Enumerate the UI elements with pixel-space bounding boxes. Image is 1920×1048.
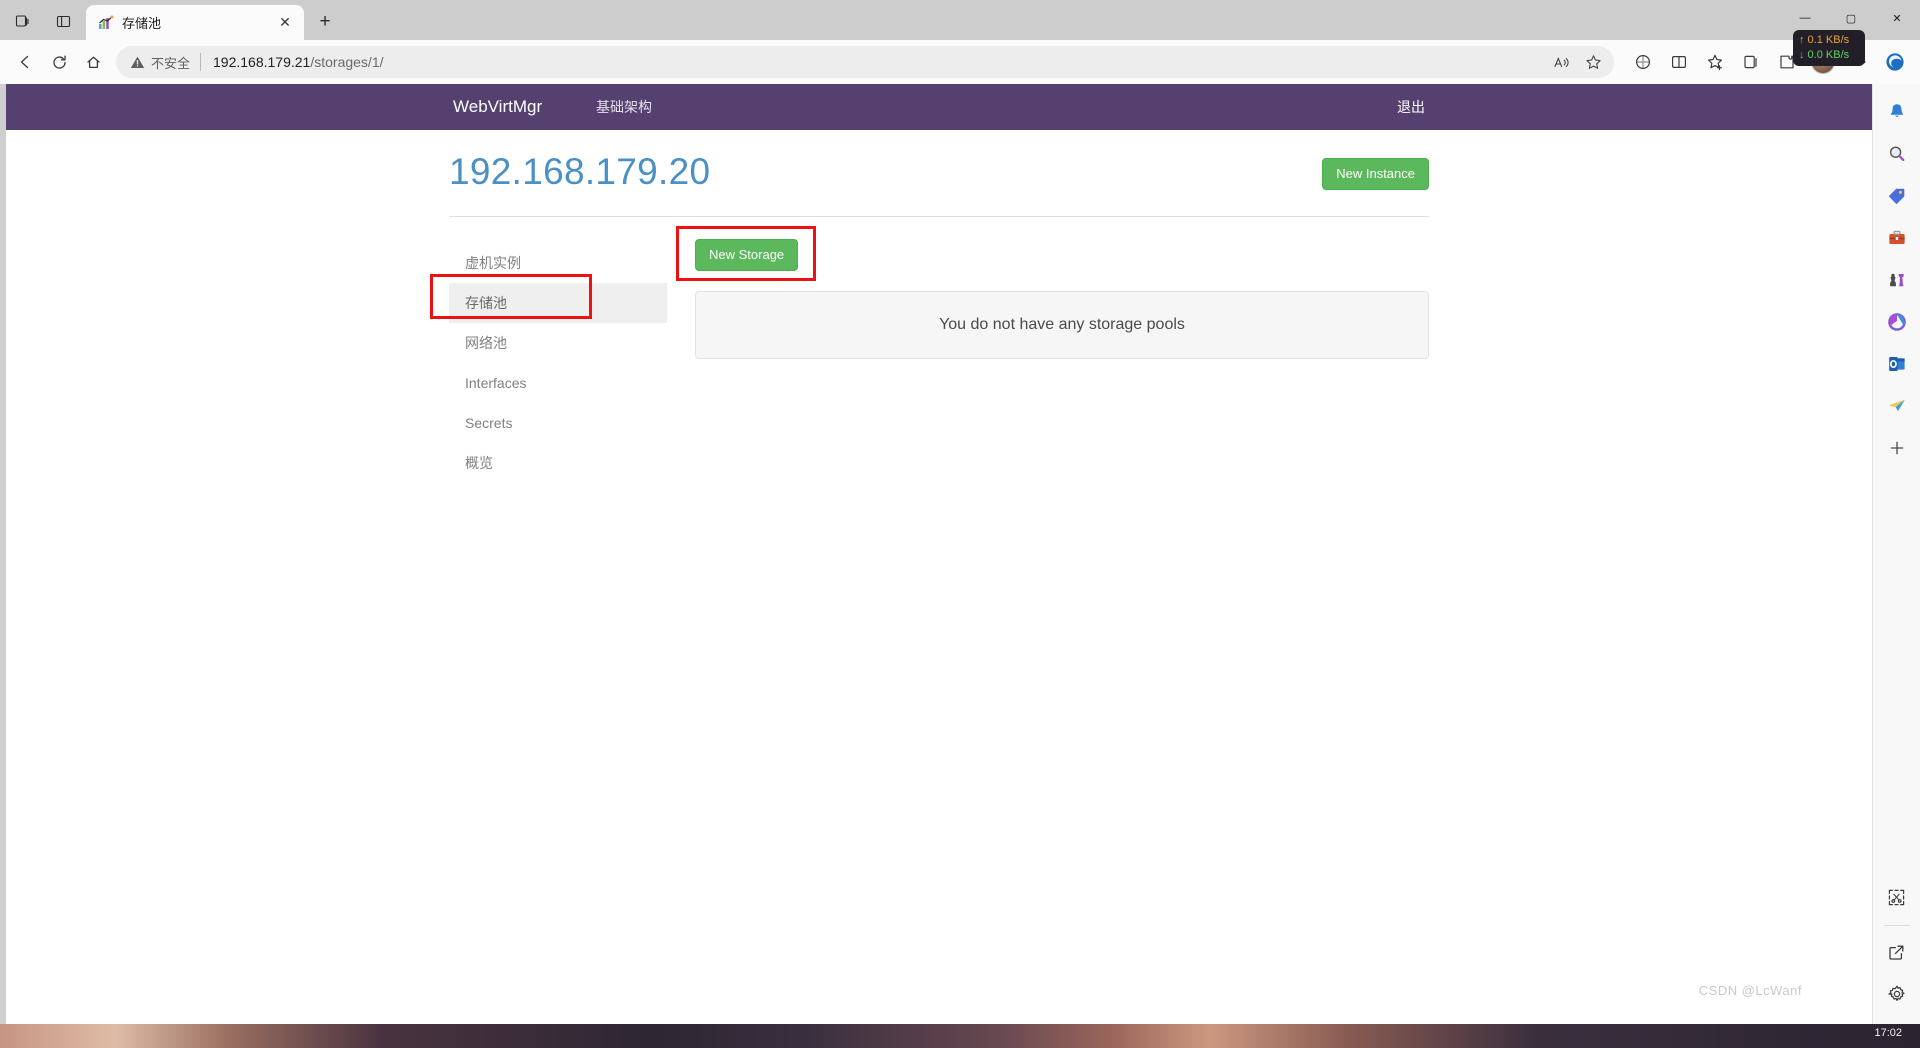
close-window-button[interactable]: ✕ — [1874, 0, 1920, 36]
sidebar-separator — [1883, 925, 1910, 926]
sidebar-item-networks[interactable]: 网络池 — [449, 323, 667, 363]
security-indicator[interactable]: 不安全 — [130, 53, 200, 72]
watermark: CSDN @LcWanf — [1698, 983, 1802, 998]
home-icon[interactable] — [76, 45, 110, 79]
browser-window: 存储池 ✕ + — ▢ ✕ 不安全 192.168.179.21/storage… — [0, 0, 1920, 1048]
collections-icon[interactable] — [1734, 45, 1768, 79]
page-title: 192.168.179.20 — [449, 151, 711, 192]
download-speed: ↓ 0.0 KB/s — [1799, 49, 1850, 61]
content-container: 192.168.179.20 New Instance 虚机实例 存储池 网络池 — [449, 130, 1429, 483]
upload-speed: ↑ 0.1 KB/s — [1799, 34, 1850, 46]
sidebar-item-label[interactable]: 存储池 — [449, 283, 667, 323]
taskbar-wallpaper — [0, 1024, 1920, 1048]
security-label: 不安全 — [151, 55, 191, 71]
favorites-icon[interactable] — [1698, 45, 1732, 79]
read-aloud-icon[interactable] — [1546, 48, 1576, 76]
address-bar-row: 不安全 192.168.179.21/storages/1/ — [0, 40, 1920, 84]
browser-tab[interactable]: 存储池 ✕ — [86, 5, 304, 40]
copilot-icon[interactable] — [1878, 45, 1912, 79]
microsoft365-icon[interactable] — [1877, 302, 1917, 342]
open-in-new-icon[interactable] — [1877, 932, 1917, 972]
add-sidebar-icon[interactable] — [1877, 428, 1917, 468]
split-screen-icon[interactable] — [1662, 45, 1696, 79]
shopping-tag-icon[interactable] — [1877, 176, 1917, 216]
omnibox-actions — [1546, 48, 1608, 76]
sidebar-item-interfaces[interactable]: Interfaces — [449, 363, 667, 403]
logout-link[interactable]: 退出 — [1383, 84, 1439, 130]
chart-favicon — [98, 15, 114, 31]
url-host: 192.168.179.21 — [213, 54, 311, 70]
games-chess-icon[interactable] — [1877, 260, 1917, 300]
new-storage-button[interactable]: New Storage — [695, 239, 799, 271]
sidebar-item-instances[interactable]: 虚机实例 — [449, 243, 667, 283]
app-navbar-inner: WebVirtMgr 基础架构 退出 — [439, 84, 1439, 130]
nav-link-infrastructure[interactable]: 基础架构 — [582, 84, 666, 130]
url-path: /storages/1/ — [310, 54, 384, 70]
app-brand[interactable]: WebVirtMgr — [439, 84, 556, 130]
page-content: 192.168.179.20 New Instance 虚机实例 存储池 网络池 — [6, 130, 1872, 483]
app-navbar: WebVirtMgr 基础架构 退出 — [6, 84, 1872, 130]
sidebar-nav: 虚机实例 存储池 网络池 Interfaces Secrets 概览 — [449, 239, 667, 483]
sidebar-item-label[interactable]: Secrets — [449, 403, 667, 443]
warning-triangle-icon — [130, 56, 145, 68]
tools-briefcase-icon[interactable] — [1877, 218, 1917, 258]
title-bar: 存储池 ✕ + — ▢ ✕ — [0, 0, 1920, 40]
sidebar-item-label[interactable]: Interfaces — [449, 363, 667, 403]
empty-state-message: You do not have any storage pools — [939, 315, 1185, 333]
browser-toolbar — [1620, 45, 1912, 79]
sidebar-item-secrets[interactable]: Secrets — [449, 403, 667, 443]
sidebar-item-storages[interactable]: 存储池 — [449, 283, 667, 323]
star-icon[interactable] — [1578, 48, 1608, 76]
split-screen-icon[interactable] — [42, 5, 84, 37]
main-panel: New Storage You do not have any storage … — [667, 239, 1429, 483]
page-viewport: WebVirtMgr 基础架构 退出 192.168.179.20 New In… — [6, 84, 1872, 1024]
url-text: 192.168.179.21/storages/1/ — [213, 54, 383, 70]
travel-plane-icon[interactable] — [1877, 386, 1917, 426]
browser-essentials-icon[interactable] — [1626, 45, 1660, 79]
notifications-bell-icon[interactable] — [1877, 92, 1917, 132]
close-icon[interactable]: ✕ — [274, 12, 296, 34]
sidebar-item-label[interactable]: 网络池 — [449, 323, 667, 363]
new-instance-button[interactable]: New Instance — [1322, 158, 1429, 190]
back-icon[interactable] — [8, 45, 42, 79]
edge-sidebar — [1872, 84, 1920, 1024]
new-tab-button[interactable]: + — [310, 7, 340, 37]
network-speed-widget: ↑ 0.1 KB/s ↓ 0.0 KB/s — [1793, 30, 1865, 66]
sidebar-item-label[interactable]: 概览 — [449, 443, 667, 483]
search-icon[interactable] — [1877, 134, 1917, 174]
body-row: 虚机实例 存储池 网络池 Interfaces Secrets 概览 New S… — [449, 217, 1429, 483]
refresh-icon[interactable] — [42, 45, 76, 79]
outlook-icon[interactable] — [1877, 344, 1917, 384]
tab-title: 存储池 — [122, 16, 162, 31]
sidebar-item-overview[interactable]: 概览 — [449, 443, 667, 483]
task-view-icon[interactable] — [0, 5, 42, 37]
address-input[interactable]: 不安全 192.168.179.21/storages/1/ — [116, 46, 1614, 78]
page-header: 192.168.179.20 New Instance — [449, 130, 1429, 208]
screenshot-snip-icon[interactable] — [1877, 877, 1917, 917]
taskbar-clock: 17:02 — [1874, 1027, 1902, 1039]
empty-state-panel: You do not have any storage pools — [695, 290, 1429, 359]
settings-gear-icon[interactable] — [1877, 974, 1917, 1014]
sidebar-item-label[interactable]: 虚机实例 — [449, 243, 667, 283]
omnibox-divider — [200, 53, 202, 71]
taskbar: 17:02 — [0, 1024, 1920, 1048]
